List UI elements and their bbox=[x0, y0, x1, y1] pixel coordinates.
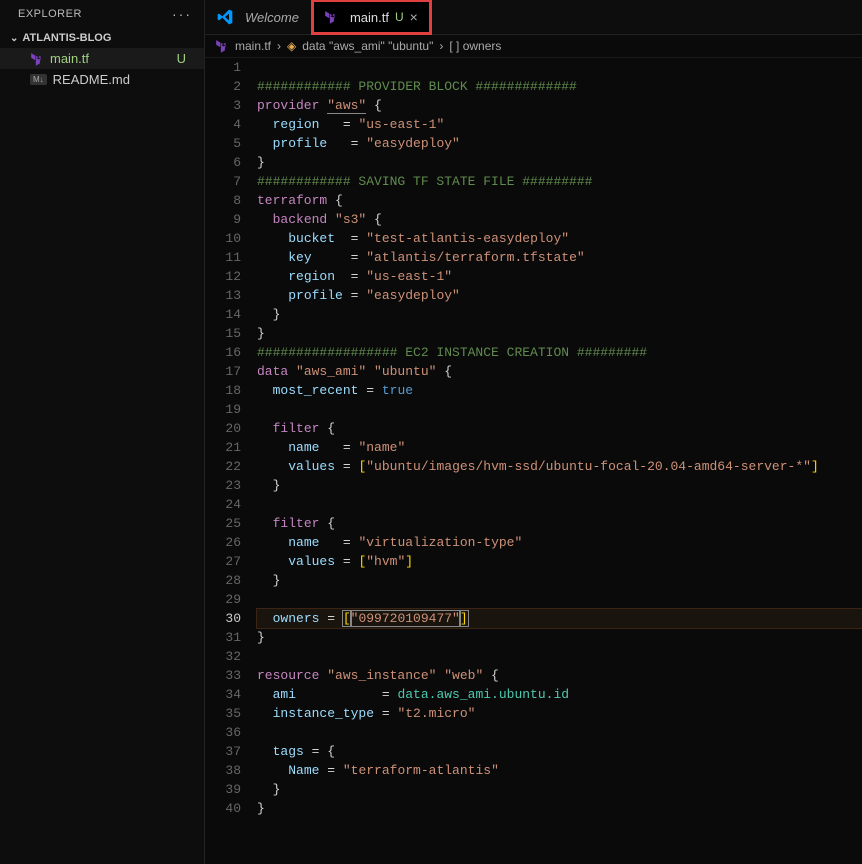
breadcrumb-sep: › bbox=[439, 39, 443, 53]
code-line[interactable]: instance_type = "t2.micro" bbox=[257, 704, 862, 723]
terraform-icon bbox=[324, 10, 338, 24]
breadcrumb-sep: › bbox=[277, 39, 281, 53]
terraform-icon bbox=[215, 39, 229, 53]
code-line[interactable] bbox=[257, 58, 862, 77]
line-numbers: 1234567891011121314151617181920212223242… bbox=[205, 58, 257, 864]
chevron-down-icon: ⌄ bbox=[10, 33, 18, 44]
code-editor[interactable]: 1234567891011121314151617181920212223242… bbox=[205, 58, 862, 864]
file-item[interactable]: main.tf U bbox=[0, 48, 204, 69]
file-name: README.md bbox=[53, 72, 130, 87]
code-line[interactable]: owners = ["099720109477"] bbox=[257, 609, 862, 628]
file-name: main.tf bbox=[50, 51, 89, 66]
code-line[interactable]: } bbox=[257, 476, 862, 495]
breadcrumb[interactable]: main.tf › ◈ data "aws_ami" "ubuntu" › [ … bbox=[205, 35, 862, 58]
code-line[interactable]: values = ["hvm"] bbox=[257, 552, 862, 571]
code-line[interactable]: } bbox=[257, 780, 862, 799]
code-line[interactable]: data "aws_ami" "ubuntu" { bbox=[257, 362, 862, 381]
tab-badge: U bbox=[395, 10, 404, 24]
code-line[interactable]: ami = data.aws_ami.ubuntu.id bbox=[257, 685, 862, 704]
code-line[interactable]: region = "us-east-1" bbox=[257, 115, 862, 134]
tab-label: Welcome bbox=[245, 10, 299, 25]
code-line[interactable]: bucket = "test-atlantis-easydeploy" bbox=[257, 229, 862, 248]
code-line[interactable]: ############ PROVIDER BLOCK ############… bbox=[257, 77, 862, 96]
code-line[interactable]: name = "name" bbox=[257, 438, 862, 457]
editor-tab[interactable]: main.tf U × bbox=[312, 0, 431, 34]
code-line[interactable]: name = "virtualization-type" bbox=[257, 533, 862, 552]
code-line[interactable]: region = "us-east-1" bbox=[257, 267, 862, 286]
code-line[interactable]: tags = { bbox=[257, 742, 862, 761]
sidebar-header: EXPLORER ··· bbox=[0, 0, 204, 28]
code-content[interactable]: ############ PROVIDER BLOCK ############… bbox=[257, 58, 862, 864]
file-list: main.tf U M↓ README.md bbox=[0, 48, 204, 90]
code-line[interactable]: resource "aws_instance" "web" { bbox=[257, 666, 862, 685]
editor-tabs: Welcome main.tf U × bbox=[205, 0, 862, 35]
code-line[interactable] bbox=[257, 723, 862, 742]
symbol-icon: ◈ bbox=[287, 39, 296, 53]
code-line[interactable]: } bbox=[257, 305, 862, 324]
code-line[interactable]: provider "aws" { bbox=[257, 96, 862, 115]
code-line[interactable]: ################## EC2 INSTANCE CREATION… bbox=[257, 343, 862, 362]
code-line[interactable]: } bbox=[257, 628, 862, 647]
code-line[interactable]: key = "atlantis/terraform.tfstate" bbox=[257, 248, 862, 267]
breadcrumb-symbol: data "aws_ami" "ubuntu" bbox=[302, 39, 433, 53]
code-line[interactable]: } bbox=[257, 571, 862, 590]
code-line[interactable]: filter { bbox=[257, 419, 862, 438]
code-line[interactable]: profile = "easydeploy" bbox=[257, 134, 862, 153]
file-badge: U bbox=[177, 51, 194, 66]
code-line[interactable]: values = ["ubuntu/images/hvm-ssd/ubuntu-… bbox=[257, 457, 862, 476]
editor-area: Welcome main.tf U × main.tf › ◈ data "aws_a… bbox=[205, 0, 862, 864]
more-icon[interactable]: ··· bbox=[172, 6, 192, 22]
code-line[interactable]: ############ SAVING TF STATE FILE ######… bbox=[257, 172, 862, 191]
terraform-icon bbox=[30, 52, 44, 66]
code-line[interactable]: most_recent = true bbox=[257, 381, 862, 400]
code-line[interactable]: } bbox=[257, 324, 862, 343]
code-line[interactable]: profile = "easydeploy" bbox=[257, 286, 862, 305]
markdown-icon: M↓ bbox=[30, 74, 47, 85]
breadcrumb-sub: [ ] owners bbox=[449, 39, 501, 53]
vscode-icon bbox=[217, 9, 233, 25]
code-line[interactable]: Name = "terraform-atlantis" bbox=[257, 761, 862, 780]
file-item[interactable]: M↓ README.md bbox=[0, 69, 204, 90]
project-header[interactable]: ⌄ ATLANTIS-BLOG bbox=[0, 28, 204, 48]
code-line[interactable] bbox=[257, 495, 862, 514]
breadcrumb-file: main.tf bbox=[235, 39, 271, 53]
explorer-sidebar: EXPLORER ··· ⌄ ATLANTIS-BLOG main.tf U M↓ R… bbox=[0, 0, 205, 864]
editor-tab[interactable]: Welcome bbox=[205, 0, 312, 34]
code-line[interactable]: } bbox=[257, 799, 862, 818]
code-line[interactable]: terraform { bbox=[257, 191, 862, 210]
close-icon[interactable]: × bbox=[410, 9, 418, 25]
project-name: ATLANTIS-BLOG bbox=[22, 32, 111, 44]
code-line[interactable]: } bbox=[257, 153, 862, 172]
explorer-title: EXPLORER bbox=[18, 8, 82, 20]
tab-label: main.tf bbox=[350, 10, 389, 25]
code-line[interactable]: filter { bbox=[257, 514, 862, 533]
code-line[interactable] bbox=[257, 647, 862, 666]
code-line[interactable] bbox=[257, 590, 862, 609]
code-line[interactable]: backend "s3" { bbox=[257, 210, 862, 229]
code-line[interactable] bbox=[257, 400, 862, 419]
